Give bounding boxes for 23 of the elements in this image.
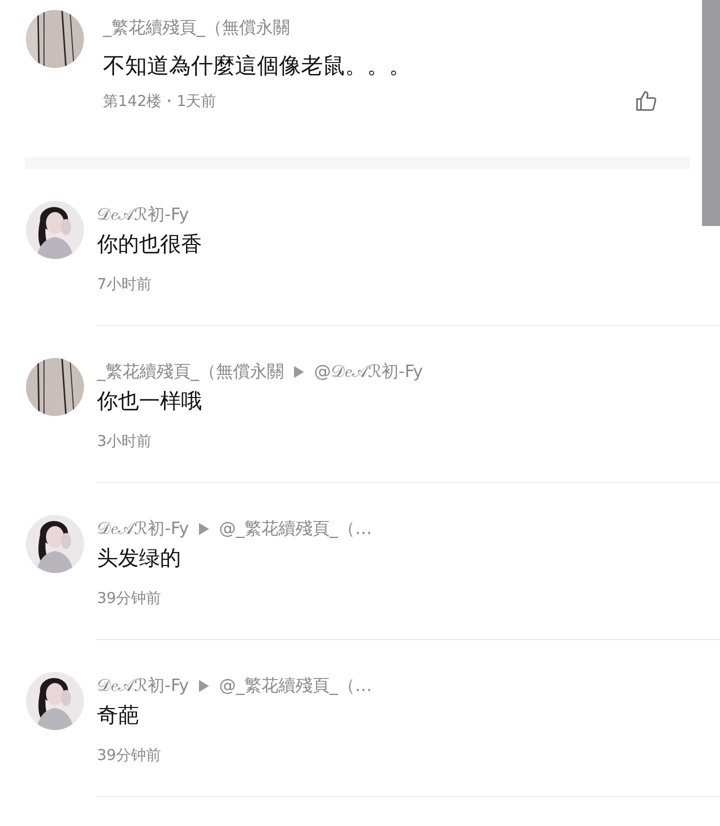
mentioned-username[interactable]: @_繁花續殘頁_（… [218,674,372,697]
timestamp: 3小时前 [97,432,153,451]
triangle-icon [198,522,209,534]
username[interactable]: 𝒟𝑒𝒜ℛ初-Fy [97,517,189,540]
mentioned-username[interactable]: @_繁花續殘頁_（… [218,517,372,540]
timestamp: 39分钟前 [97,746,162,765]
timestamp: 39分钟前 [97,589,162,608]
triangle-icon [198,680,209,692]
username[interactable]: _繁花續殘頁_（無償永關 [103,16,658,39]
triangle-icon [294,366,304,378]
reply-text: 你也一样哦 [97,388,203,415]
scrollbar[interactable] [702,0,720,226]
username[interactable]: _繁花續殘頁_（無償永關 [97,360,284,383]
mentioned-username[interactable]: @𝒟𝑒𝒜ℛ初-Fy [314,360,423,383]
timestamp: 7小时前 [97,275,153,294]
floor-and-time: 第142楼・1天前 [103,92,216,110]
reply-text: 奇葩 [97,702,140,729]
username[interactable]: 𝒟𝑒𝒜ℛ初-Fy [97,674,189,697]
like-icon[interactable] [634,89,658,113]
username[interactable]: 𝒟𝑒𝒜ℛ初-Fy [97,203,189,226]
reply-text: 你的也很香 [97,231,202,258]
reply-text: 头发绿的 [97,545,182,572]
comment-text: 不知道為什麼這個像老鼠。。。 [103,53,412,81]
